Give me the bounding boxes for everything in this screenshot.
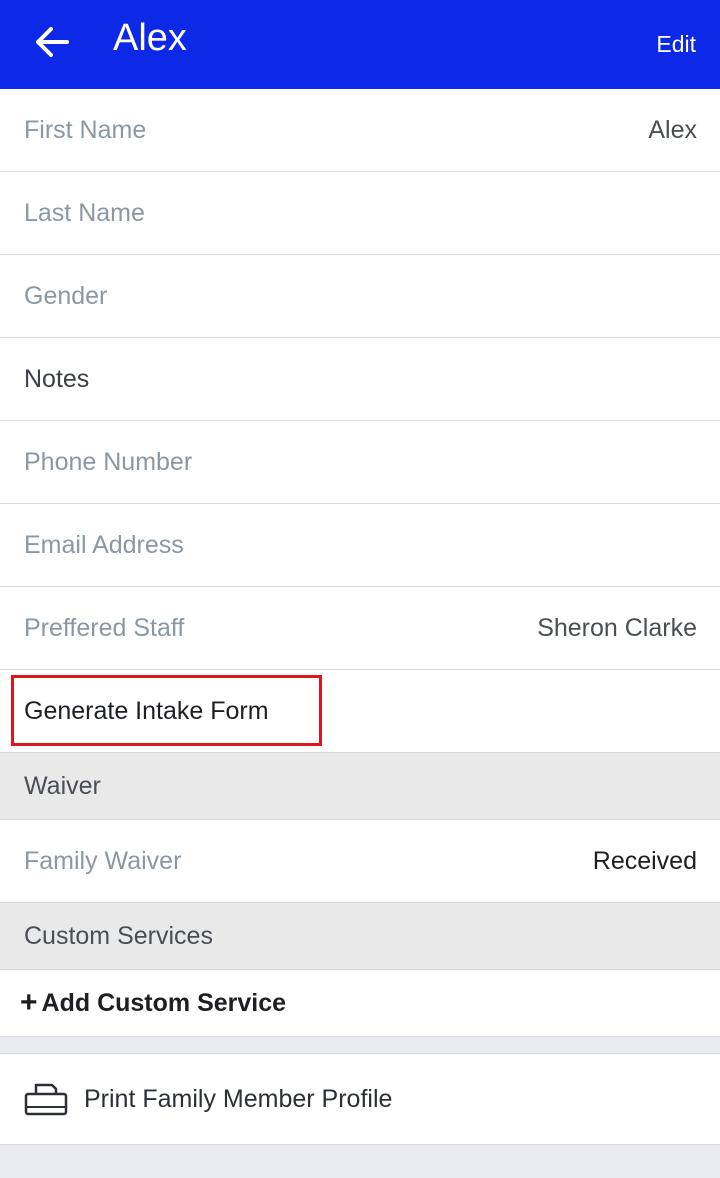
print-profile-label: Print Family Member Profile	[84, 1084, 393, 1113]
notes-label: Notes	[24, 364, 90, 393]
app-screen: Alex Edit First Name Alex Last Name Gend…	[0, 0, 720, 1178]
page-title: Alex	[113, 17, 187, 59]
add-custom-service-button[interactable]: + Add Custom Service	[0, 970, 720, 1037]
preferred-staff-label: Preffered Staff	[24, 613, 185, 642]
preferred-staff-value: Sheron Clarke	[537, 613, 697, 642]
first-name-row[interactable]: First Name Alex	[0, 89, 720, 172]
last-name-row[interactable]: Last Name	[0, 172, 720, 255]
phone-number-label: Phone Number	[24, 447, 193, 476]
phone-number-row[interactable]: Phone Number	[0, 421, 720, 504]
preferred-staff-row[interactable]: Preffered Staff Sheron Clarke	[0, 587, 720, 670]
arrow-left-icon	[35, 26, 69, 62]
generate-intake-form-row[interactable]: Generate Intake Form	[0, 670, 720, 753]
plus-icon: +	[20, 986, 38, 1019]
print-profile-button[interactable]: Print Family Member Profile	[0, 1053, 720, 1145]
printer-icon	[24, 1079, 68, 1119]
section-spacer	[0, 1037, 720, 1053]
first-name-label: First Name	[24, 115, 147, 144]
profile-details-list: First Name Alex Last Name Gender Notes P…	[0, 89, 720, 1145]
top-app-bar: Alex Edit	[0, 0, 720, 89]
generate-intake-form-label: Generate Intake Form	[24, 696, 269, 725]
last-name-label: Last Name	[24, 198, 145, 227]
notes-row[interactable]: Notes	[0, 338, 720, 421]
email-address-row[interactable]: Email Address	[0, 504, 720, 587]
family-waiver-label: Family Waiver	[24, 846, 182, 875]
email-address-label: Email Address	[24, 530, 184, 559]
waiver-section-header: Waiver	[0, 753, 720, 820]
add-custom-service-label: Add Custom Service	[41, 988, 287, 1017]
back-button[interactable]	[30, 24, 74, 64]
family-waiver-row[interactable]: Family Waiver Received	[0, 820, 720, 903]
first-name-value: Alex	[648, 115, 697, 144]
gender-label: Gender	[24, 281, 108, 310]
edit-button[interactable]: Edit	[656, 30, 696, 58]
gender-row[interactable]: Gender	[0, 255, 720, 338]
family-waiver-status: Received	[592, 846, 697, 875]
custom-services-section-header: Custom Services	[0, 903, 720, 970]
